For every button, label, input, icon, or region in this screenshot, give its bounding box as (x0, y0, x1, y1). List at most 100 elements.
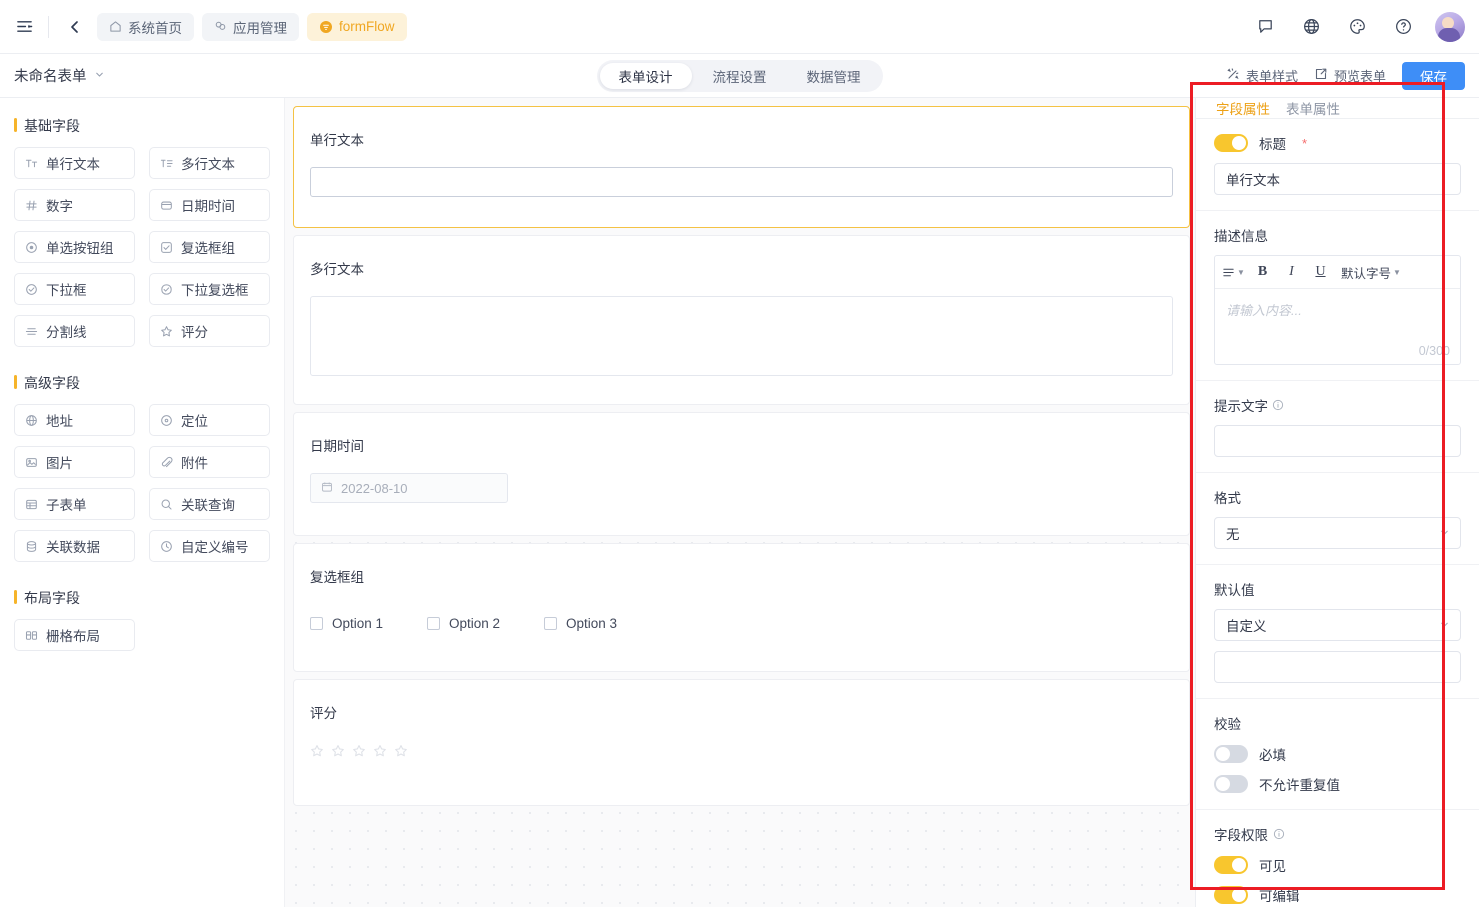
rate-star-icon[interactable] (373, 744, 387, 763)
card-label: 日期时间 (310, 439, 364, 454)
preview-form-button[interactable]: 预览表单 (1314, 66, 1386, 85)
form-card-single-line-text[interactable]: 单行文本 (293, 106, 1190, 228)
breadcrumb-item-apps[interactable]: 应用管理 (202, 12, 299, 41)
checkbox-label: Option 3 (566, 616, 618, 631)
required-toggle-row: 必填 (1214, 744, 1461, 764)
info-icon[interactable] (1272, 399, 1284, 411)
description-rich-text-editor[interactable]: ▼ B I U 默认字号 ▼ 请输入内容... 0/300 (1214, 255, 1461, 365)
rate-stars[interactable] (310, 744, 1173, 763)
palette-field-datetime[interactable]: 日期时间 (149, 189, 270, 221)
palette-field-location[interactable]: 定位 (149, 404, 270, 436)
tab-data-manage[interactable]: 数据管理 (788, 63, 880, 89)
underline-icon[interactable]: U (1306, 259, 1335, 285)
single-line-text-input[interactable] (310, 167, 1173, 197)
form-card-datetime[interactable]: 日期时间 2022-08-10 (293, 412, 1190, 536)
main-body: 基础字段 单行文本 多行文本 数字 日期时间 单选按钮组 复选框组 下拉框 下拉… (0, 98, 1479, 907)
form-style-button[interactable]: 表单样式 (1226, 66, 1298, 85)
format-select[interactable]: 无 (1214, 517, 1461, 549)
palette-field-select[interactable]: 下拉框 (14, 273, 135, 305)
rich-text-body[interactable]: 请输入内容... 0/300 (1215, 289, 1460, 364)
rate-star-icon[interactable] (394, 744, 408, 763)
palette-field-single-line-text[interactable]: 单行文本 (14, 147, 135, 179)
save-button[interactable]: 保存 (1402, 61, 1465, 90)
palette-field-label: 多行文本 (181, 157, 235, 172)
form-canvas[interactable]: 单行文本 多行文本 日期时间 2022-08-10 复选框组 Option 1 … (285, 98, 1195, 907)
palette-field-number[interactable]: 数字 (14, 189, 135, 221)
checkbox-box-icon[interactable] (310, 617, 323, 630)
breadcrumb-item-formflow[interactable]: formFlow (307, 12, 407, 41)
message-icon[interactable] (1251, 13, 1279, 41)
editable-toggle[interactable] (1214, 886, 1248, 904)
language-icon[interactable] (1297, 13, 1325, 41)
bold-icon[interactable]: B (1248, 259, 1277, 285)
palette-field-attachment[interactable]: 附件 (149, 446, 270, 478)
rate-star-icon[interactable] (352, 744, 366, 763)
palette-field-multi-line-text[interactable]: 多行文本 (149, 147, 270, 179)
info-icon[interactable] (1273, 828, 1285, 840)
divider (48, 15, 49, 38)
form-card-rate[interactable]: 评分 (293, 679, 1190, 806)
required-toggle[interactable] (1214, 745, 1248, 763)
apps-icon (214, 20, 227, 33)
tab-form-properties[interactable]: 表单属性 (1286, 98, 1340, 118)
palette-field-related-data[interactable]: 关联数据 (14, 530, 135, 562)
breadcrumb-item-home[interactable]: 系统首页 (97, 12, 194, 41)
form-name-dropdown[interactable]: 未命名表单 (14, 65, 105, 86)
checkbox-option-3[interactable]: Option 3 (544, 616, 661, 631)
tab-field-properties[interactable]: 字段属性 (1216, 98, 1270, 118)
multi-line-text-input[interactable] (310, 296, 1173, 376)
title-input[interactable]: 单行文本 (1214, 163, 1461, 195)
palette-field-subform[interactable]: 子表单 (14, 488, 135, 520)
default-value-input[interactable] (1214, 651, 1461, 683)
palette-field-radio-group[interactable]: 单选按钮组 (14, 231, 135, 263)
hint-input[interactable] (1214, 425, 1461, 457)
tab-form-design[interactable]: 表单设计 (599, 62, 692, 89)
palette-field-serial-number[interactable]: 自定义编号 (149, 530, 270, 562)
checkbox-option-1[interactable]: Option 1 (310, 616, 427, 631)
rate-star-icon[interactable] (310, 744, 324, 763)
image-icon (25, 456, 38, 469)
checkbox-option-2[interactable]: Option 2 (427, 616, 544, 631)
palette-group-layout: 栅格布局 (14, 619, 270, 651)
palette-field-divider[interactable]: 分割线 (14, 315, 135, 347)
palette-group-advanced: 地址 定位 图片 附件 子表单 关联查询 关联数据 自定义编号 (14, 404, 270, 562)
palette-field-address[interactable]: 地址 (14, 404, 135, 436)
form-card-checkbox-group[interactable]: 复选框组 Option 1 Option 2 Option 3 (293, 543, 1190, 672)
sidebar-toggle-icon[interactable] (10, 13, 38, 41)
palette-field-checkbox-group[interactable]: 复选框组 (149, 231, 270, 263)
datetime-input[interactable]: 2022-08-10 (310, 473, 508, 503)
palette-field-multi-select[interactable]: 下拉复选框 (149, 273, 270, 305)
palette-field-related-query[interactable]: 关联查询 (149, 488, 270, 520)
palette-field-label: 下拉框 (46, 283, 87, 298)
breadcrumb-label: 应用管理 (233, 20, 287, 36)
italic-icon[interactable]: I (1277, 259, 1306, 285)
datetime-placeholder: 2022-08-10 (341, 480, 408, 496)
palette-field-rate[interactable]: 评分 (149, 315, 270, 347)
theme-icon[interactable] (1343, 13, 1371, 41)
help-icon[interactable] (1389, 13, 1417, 41)
font-size-select[interactable]: 默认字号 ▼ (1335, 259, 1407, 285)
form-card-multi-line-text[interactable]: 多行文本 (293, 235, 1190, 405)
section-title: 标题 * 单行文本 (1196, 119, 1479, 211)
title-toggle[interactable] (1214, 134, 1248, 152)
checkbox-box-icon[interactable] (427, 617, 440, 630)
tab-process-setting[interactable]: 流程设置 (694, 63, 786, 89)
palette-field-label: 分割线 (46, 325, 87, 340)
palette-field-label: 下拉复选框 (181, 283, 249, 298)
card-label: 多行文本 (310, 262, 364, 277)
palette-field-image[interactable]: 图片 (14, 446, 135, 478)
default-value-select[interactable]: 自定义 (1214, 609, 1461, 641)
visible-toggle[interactable] (1214, 856, 1248, 874)
back-chevron-icon[interactable] (61, 13, 89, 41)
align-icon[interactable]: ▼ (1219, 259, 1248, 285)
checkbox-box-icon[interactable] (544, 617, 557, 630)
top-bar-actions (1251, 11, 1465, 42)
palette-field-grid-layout[interactable]: 栅格布局 (14, 619, 135, 651)
palette-field-label: 附件 (181, 456, 208, 471)
divider-icon (25, 325, 38, 338)
address-icon (25, 414, 38, 427)
avatar[interactable] (1435, 11, 1465, 42)
rate-star-icon[interactable] (331, 744, 345, 763)
unique-toggle[interactable] (1214, 775, 1248, 793)
